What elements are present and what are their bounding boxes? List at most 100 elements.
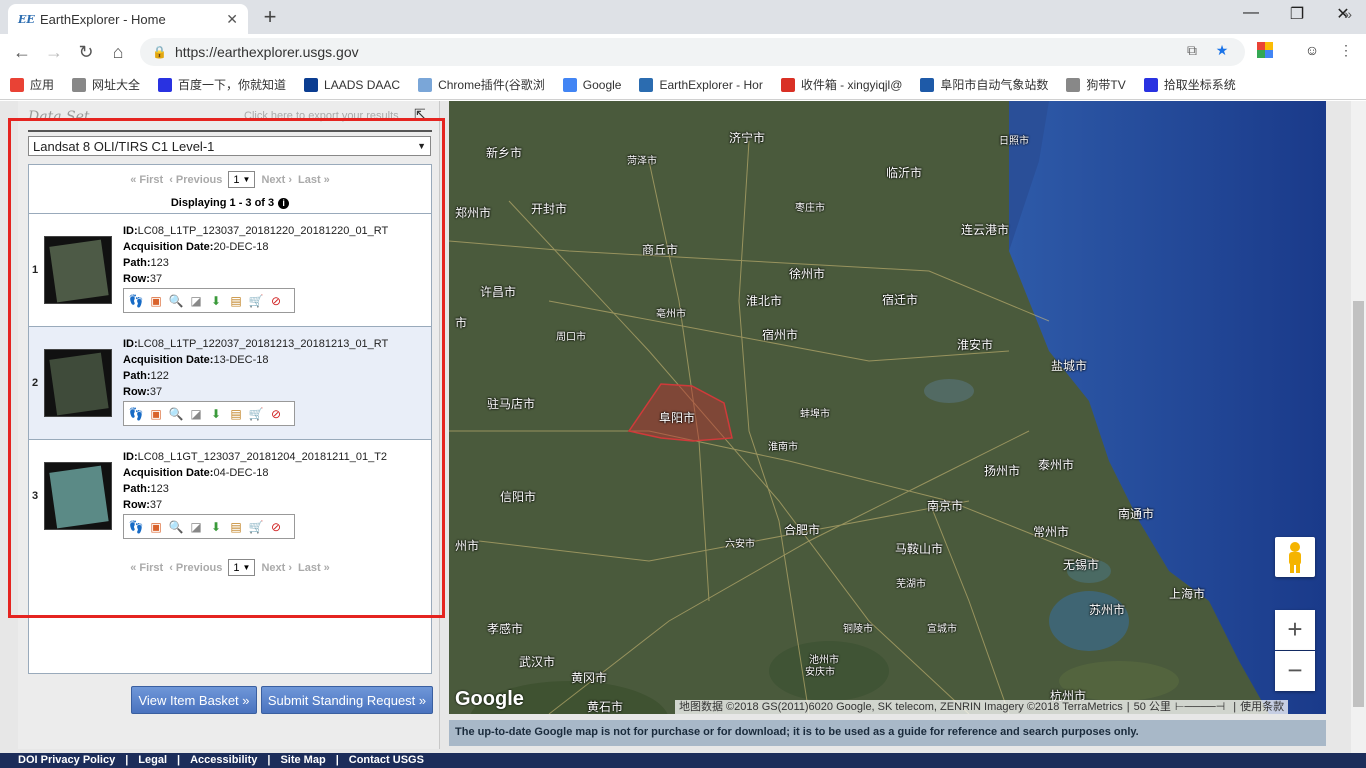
export-results-link[interactable]: Click here to export your results [244,110,399,122]
zoom-in-button[interactable]: + [1275,610,1315,650]
bookmark-item[interactable]: EarthExplorer - Hor [639,77,763,92]
bookmark-item[interactable]: 百度一下，你就知道 [158,76,286,93]
zoom-out-button[interactable]: − [1275,651,1315,691]
forward-icon[interactable]: → [42,40,66,64]
google-logo: Google [455,688,524,710]
add-to-cart-icon[interactable]: 🛒 [248,293,264,309]
footer-link[interactable]: Legal [138,754,167,766]
bookmark-label: 百度一下，你就知道 [178,78,287,92]
dataset-select[interactable]: Landsat 8 OLI/TIRS C1 Level-1 ▼ [28,136,431,156]
pager-first-link[interactable]: « First [130,562,163,574]
scrollbar-thumb[interactable] [1353,301,1364,707]
footer-link[interactable]: Site Map [280,754,325,766]
metadata-icon[interactable]: 🔍 [168,519,184,535]
footprint-icon[interactable]: 👣 [128,519,144,535]
scene-thumbnail[interactable] [44,236,112,304]
order-scene-icon[interactable]: ▤ [228,293,244,309]
browse-overlay-icon[interactable]: ▣ [148,519,164,535]
browse-overlay-icon[interactable]: ▣ [148,293,164,309]
pager-first-link[interactable]: « First [130,174,163,186]
home-icon[interactable]: ⌂ [106,40,130,64]
map-scale[interactable]: 50 公里 [1134,701,1171,713]
bookmark-item[interactable]: 阜阳市自动气象站数 [920,76,1048,93]
exclude-icon[interactable]: ⊘ [268,293,284,309]
order-scene-icon[interactable]: ▤ [228,519,244,535]
download-icon[interactable]: ⬇ [208,519,224,535]
menu-kebab-icon[interactable]: ⋮ [1336,42,1356,62]
external-link-icon[interactable]: ⇱ [414,106,426,123]
map-city-label: 开封市 [531,202,568,216]
bookmark-star-icon[interactable]: ★ [1212,42,1232,62]
new-tab-button[interactable]: + [258,4,282,30]
scene-thumbnail[interactable] [44,462,112,530]
result-row: 2 ID:LC08_L1TP_122037_20181213_20181213_0… [29,326,431,439]
map-imagery [449,101,1326,714]
minimize-icon[interactable]: — [1228,4,1274,22]
pager-next-link[interactable]: Next › [261,562,292,574]
map-city-label: 上海市 [1169,587,1206,601]
bookmark-item[interactable]: 收件箱 - xingyiqjl@ [780,76,902,93]
extension-icon[interactable] [1255,42,1275,62]
terms-link[interactable]: 使用条款 [1240,701,1284,713]
map-city-label: 武汉市 [519,655,556,669]
bookmark-item[interactable]: 拾取坐标系统 [1143,76,1236,93]
exclude-icon[interactable]: ⊘ [268,406,284,422]
order-scene-icon[interactable]: ▤ [228,406,244,422]
dataset-heading: Data Set [28,109,90,125]
close-tab-icon[interactable]: ✕ [226,11,238,28]
browse-overlay-icon[interactable]: ▣ [148,406,164,422]
add-to-cart-icon[interactable]: 🛒 [248,406,264,422]
reload-icon[interactable]: ↻ [74,40,98,64]
bookmark-item[interactable]: LAADS DAAC [304,77,400,92]
pager-previous-link[interactable]: ‹ Previous [169,562,222,574]
gmail-icon [780,77,795,92]
compare-icon[interactable]: ◪ [188,519,204,535]
page-number-select[interactable]: 1 ▼ [228,559,256,576]
page-scrollbar[interactable] [1351,101,1366,768]
tab-earthexplorer[interactable]: EE EarthExplorer - Home ✕ [8,4,248,34]
pager-last-link[interactable]: Last » [298,562,330,574]
compare-icon[interactable]: ◪ [188,293,204,309]
back-icon[interactable]: ← [10,40,34,64]
view-item-basket-button[interactable]: View Item Basket » [131,686,257,714]
metadata-icon[interactable]: 🔍 [168,406,184,422]
download-icon[interactable]: ⬇ [208,293,224,309]
profile-avatar-icon[interactable]: ☺ [1302,42,1322,62]
map-city-label: 连云港市 [961,223,1010,237]
footer-link[interactable]: DOI Privacy Policy [18,754,115,766]
page-icon [1066,77,1081,92]
bookmark-label: 拾取坐标系统 [1163,78,1236,92]
bookmark-item[interactable]: 狗带TV [1066,76,1126,93]
street-view-pegman[interactable] [1275,537,1315,577]
bookmark-item[interactable]: Google [562,77,621,92]
add-to-cart-icon[interactable]: 🛒 [248,519,264,535]
scene-thumbnail[interactable] [44,349,112,417]
footprint-icon[interactable]: 👣 [128,293,144,309]
compare-icon[interactable]: ◪ [188,406,204,422]
pager-last-link[interactable]: Last » [298,174,330,186]
pager-next-link[interactable]: Next › [261,174,292,186]
metadata-icon[interactable]: 🔍 [168,293,184,309]
page-icon [72,77,87,92]
bookmark-item[interactable]: Chrome插件(谷歌浏 [418,76,545,93]
close-window-icon[interactable]: ✕ [1320,4,1366,24]
map-city-label: 菏泽市 [627,156,657,167]
info-icon[interactable]: i [278,197,290,209]
bookmark-item[interactable]: 应用 [10,76,54,93]
restore-icon[interactable]: ❐ [1274,4,1320,24]
submit-standing-request-button[interactable]: Submit Standing Request » [261,686,433,714]
pager-previous-link[interactable]: ‹ Previous [169,174,222,186]
translate-icon[interactable]: ⧉ [1182,42,1202,62]
map-attribution[interactable]: 地图数据 ©2018 GS(2011)6020 Google, SK telec… [675,700,1289,714]
map-city-label: 盐城市 [1051,359,1088,373]
google-map[interactable]: 济宁市 日照市 新乡市 菏泽市 临沂市 郑州市 开封市 枣庄市 连云港市 商丘市 徐州市 许昌市 淮北市… [449,101,1326,714]
bookmark-item[interactable]: 网址大全 [72,76,140,93]
footer-link[interactable]: Accessibility [190,754,257,766]
footprint-icon[interactable]: 👣 [128,406,144,422]
footer-link[interactable]: Contact USGS [349,754,424,766]
address-bar[interactable]: 🔒 https://earthexplorer.usgs.gov [140,38,1245,66]
page-number-select[interactable]: 1 ▼ [228,171,256,188]
exclude-icon[interactable]: ⊘ [268,519,284,535]
download-icon[interactable]: ⬇ [208,406,224,422]
bookmarks-overflow-icon[interactable]: » [1344,6,1352,22]
